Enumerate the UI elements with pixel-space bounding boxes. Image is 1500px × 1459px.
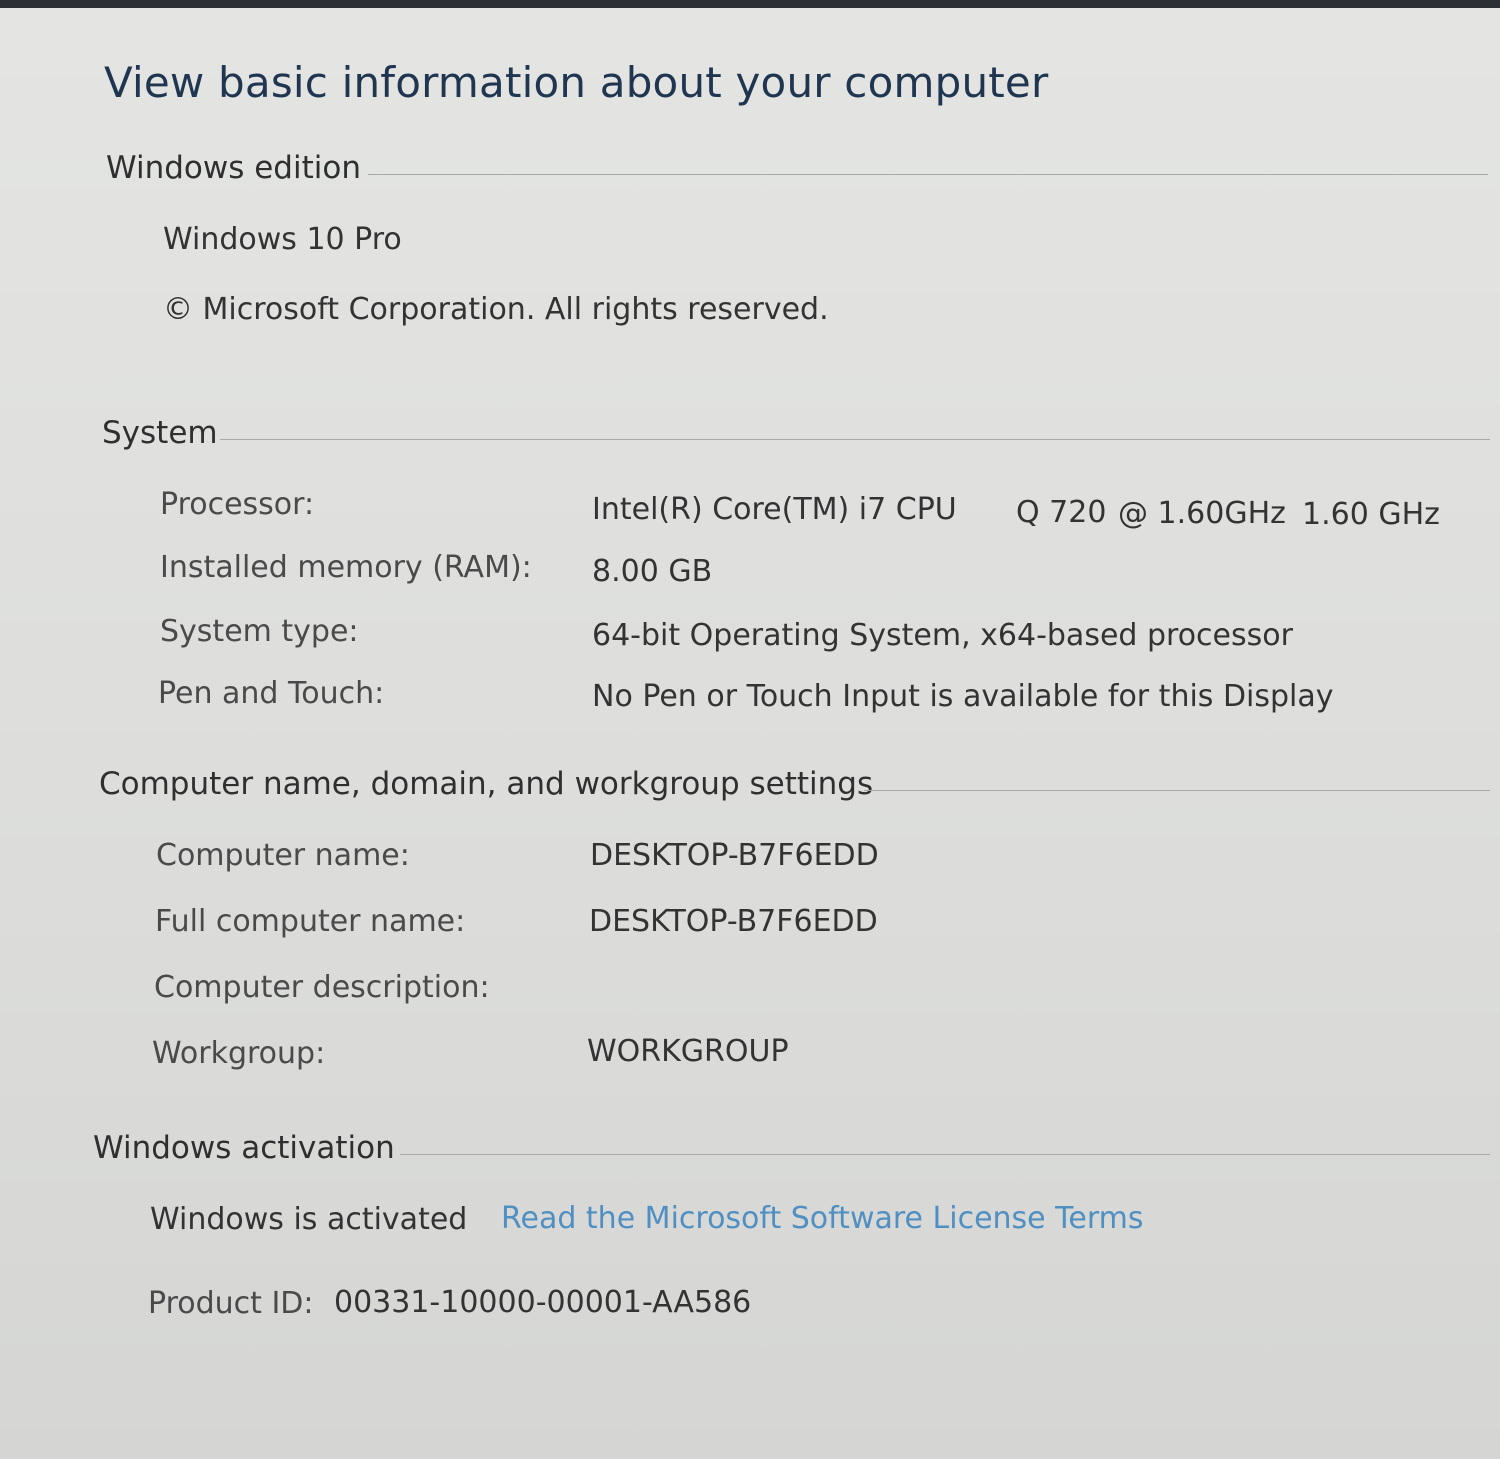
system-type-label: System type: [160,614,359,649]
section-divider [368,174,1488,175]
computer-description-label: Computer description: [154,970,490,1005]
workgroup-label: Workgroup: [152,1036,326,1071]
section-computer-name: Computer name, domain, and workgroup set… [0,766,1500,806]
system-type-value: 64-bit Operating System, x64-based proce… [592,618,1293,653]
processor-model-number: Q 720 [1016,495,1107,530]
processor-model: Intel(R) Core(TM) i7 CPU [592,492,957,527]
section-title-windows-edition: Windows edition [106,150,361,186]
ram-label: Installed memory (RAM): [160,550,532,585]
ram-value: 8.00 GB [592,554,713,589]
section-title-windows-activation: Windows activation [93,1130,395,1166]
full-computer-name-value: DESKTOP-B7F6EDD [589,904,878,939]
windows-edition-value: Windows 10 Pro [163,222,402,257]
computer-name-label: Computer name: [156,838,410,873]
section-title-system: System [102,415,218,451]
workgroup-value: WORKGROUP [587,1034,789,1069]
computer-name-value: DESKTOP-B7F6EDD [590,838,879,873]
section-divider [220,439,1490,440]
copyright-text: © Microsoft Corporation. All rights rese… [163,292,829,327]
full-computer-name-label: Full computer name: [155,904,466,939]
section-system: System [0,415,1500,455]
activation-status: Windows is activated [150,1202,468,1237]
section-divider [864,790,1490,791]
pen-touch-value: No Pen or Touch Input is available for t… [592,679,1334,714]
product-id-label: Product ID: [148,1286,314,1321]
page-title: View basic information about your comput… [104,58,1049,107]
section-divider [400,1154,1490,1155]
section-title-computer-name: Computer name, domain, and workgroup set… [99,766,874,802]
processor-label: Processor: [160,487,315,522]
processor-rated-speed: @ 1.60GHz [1118,496,1286,531]
section-windows-activation: Windows activation [0,1130,1500,1170]
product-id-value: 00331-10000-00001-AA586 [334,1285,752,1320]
license-terms-link[interactable]: Read the Microsoft Software License Term… [501,1201,1144,1236]
section-windows-edition: Windows edition [0,150,1500,190]
processor-current-speed: 1.60 GHz [1302,497,1440,532]
pen-touch-label: Pen and Touch: [158,676,385,711]
monitor-bezel [0,0,1500,8]
